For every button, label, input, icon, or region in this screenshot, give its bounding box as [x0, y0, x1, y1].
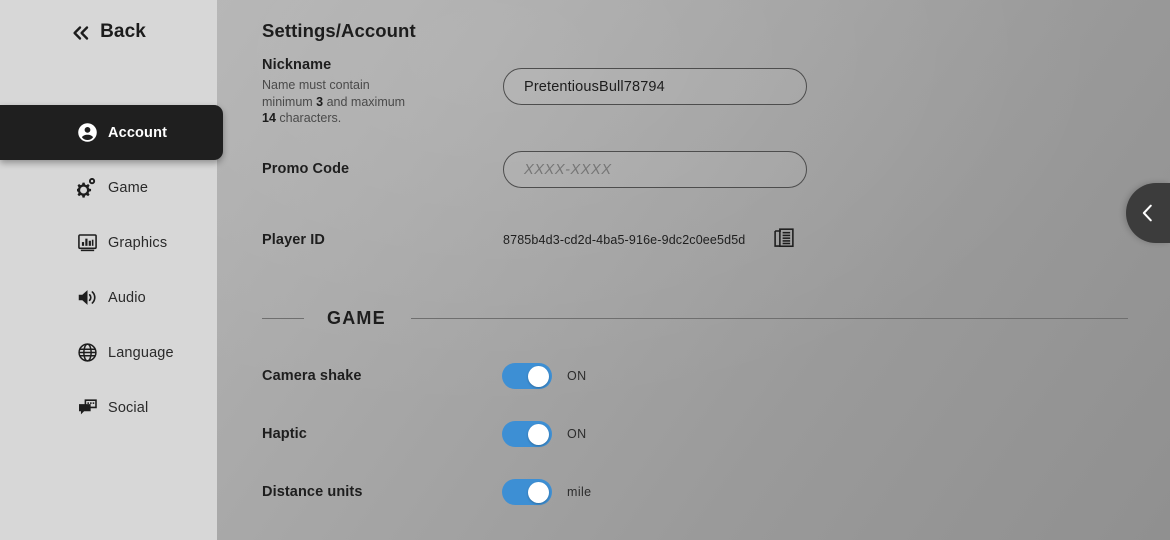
- nickname-input-value: PretentiousBull78794: [524, 78, 665, 95]
- player-id-label: Player ID: [262, 232, 325, 248]
- sidebar-item-social[interactable]: Social: [0, 380, 223, 435]
- nickname-input[interactable]: PretentiousBull78794: [503, 68, 807, 105]
- gears-icon: [76, 177, 98, 199]
- toggle-knob: [527, 423, 549, 445]
- sidebar-item-audio[interactable]: Audio: [0, 270, 223, 325]
- sidebar-item-account[interactable]: Account: [0, 105, 223, 160]
- copy-icon[interactable]: [774, 228, 796, 252]
- distance-units-toggle[interactable]: [502, 479, 552, 505]
- main-panel: Settings/Account Nickname Name must cont…: [217, 0, 1170, 540]
- speaker-icon: [76, 287, 98, 309]
- toggle-knob: [527, 365, 549, 387]
- page-title: Settings/Account: [262, 20, 416, 41]
- sidebar-nav: Account Game Graphics Audio Language Soc…: [0, 105, 223, 435]
- sidebar-item-label: Audio: [108, 289, 146, 306]
- game-section-header: GAME: [262, 305, 1128, 331]
- camera-shake-toggle[interactable]: [502, 363, 552, 389]
- settings-screen: Back Account Game Graphics Audio Languag…: [0, 0, 1170, 540]
- nickname-hint-suffix: characters.: [275, 111, 342, 126]
- player-id-group: Player ID: [262, 232, 325, 248]
- nickname-hint-mid: and maximum: [323, 94, 406, 109]
- setting-row-camera-shake: Camera shake ON: [262, 362, 822, 390]
- setting-label: Distance units: [262, 484, 363, 500]
- game-section-title: GAME: [327, 307, 386, 328]
- setting-state: ON: [567, 369, 587, 383]
- sidebar-item-graphics[interactable]: Graphics: [0, 215, 223, 270]
- chevron-left-icon: [1142, 204, 1152, 222]
- sidebar-item-game[interactable]: Game: [0, 160, 223, 215]
- nickname-hint-max: 14: [262, 111, 276, 126]
- bar-chart-icon: [76, 232, 98, 254]
- setting-label: Haptic: [262, 426, 307, 442]
- promo-field-group: Promo Code: [262, 161, 349, 177]
- double-chevron-left-icon: [73, 25, 89, 40]
- sidebar-item-label: Language: [108, 344, 174, 361]
- nickname-label: Nickname: [262, 57, 332, 73]
- setting-row-distance-units: Distance units mile: [262, 478, 822, 506]
- setting-state: mile: [567, 485, 592, 499]
- nickname-field-group: Nickname Name must contain minimum 3 and…: [262, 57, 420, 127]
- nickname-hint: Name must contain minimum 3 and maximum …: [262, 77, 420, 127]
- sidebar-item-label: Social: [108, 399, 149, 416]
- chat-icon: [76, 397, 98, 419]
- globe-icon: [76, 342, 98, 364]
- setting-state: ON: [567, 427, 587, 441]
- setting-label: Camera shake: [262, 368, 362, 384]
- back-label: Back: [100, 21, 146, 42]
- player-id-value: 8785b4d3-cd2d-4ba5-916e-9dc2c0ee5d5d: [503, 233, 746, 247]
- sidebar-item-language[interactable]: Language: [0, 325, 223, 380]
- setting-row-haptic: Haptic ON: [262, 420, 822, 448]
- sidebar-item-label: Graphics: [108, 234, 168, 251]
- back-button[interactable]: Back: [0, 14, 217, 50]
- account-icon: [76, 122, 98, 144]
- toggle-knob: [527, 481, 549, 503]
- sidebar-item-label: Game: [108, 179, 149, 196]
- sidebar: Back Account Game Graphics Audio Languag…: [0, 0, 223, 540]
- promo-code-label: Promo Code: [262, 161, 350, 177]
- sidebar-item-label: Account: [108, 124, 168, 141]
- promo-code-placeholder: XXXX-XXXX: [524, 161, 612, 178]
- divider-line-right: [410, 317, 1128, 319]
- promo-code-input[interactable]: XXXX-XXXX: [503, 151, 807, 188]
- divider-line-left: [262, 317, 304, 319]
- haptic-toggle[interactable]: [502, 421, 552, 447]
